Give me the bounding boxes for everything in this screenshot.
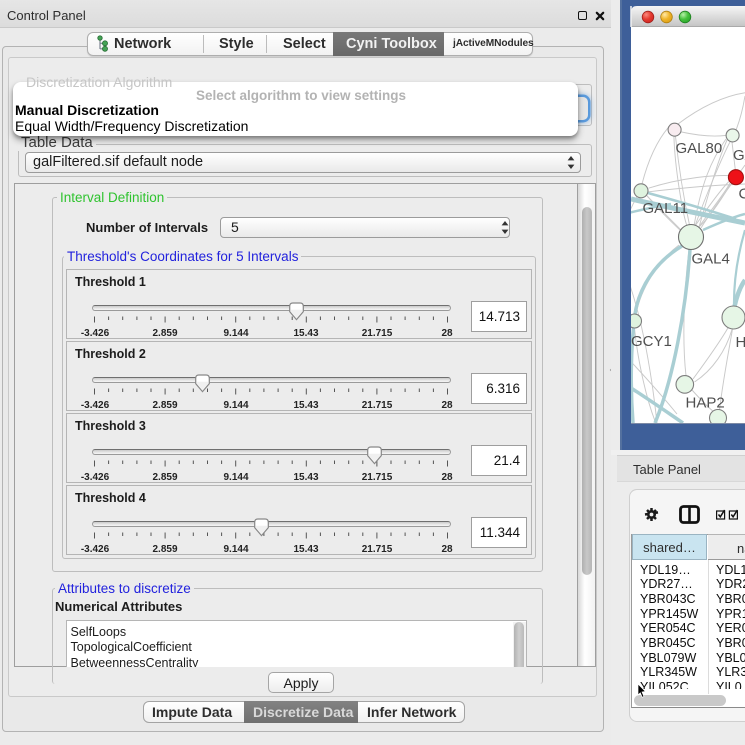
svg-text:GAL4: GAL4 (692, 251, 730, 268)
svg-text:GAL11: GAL11 (643, 200, 689, 217)
svg-text:GAL80: GAL80 (676, 140, 723, 157)
svg-text:GA: GA (733, 147, 745, 164)
svg-text:GCY1: GCY1 (631, 333, 672, 350)
svg-text:HAP2: HAP2 (686, 395, 725, 412)
svg-text:C: C (739, 186, 745, 203)
svg-text:H: H (736, 334, 745, 351)
